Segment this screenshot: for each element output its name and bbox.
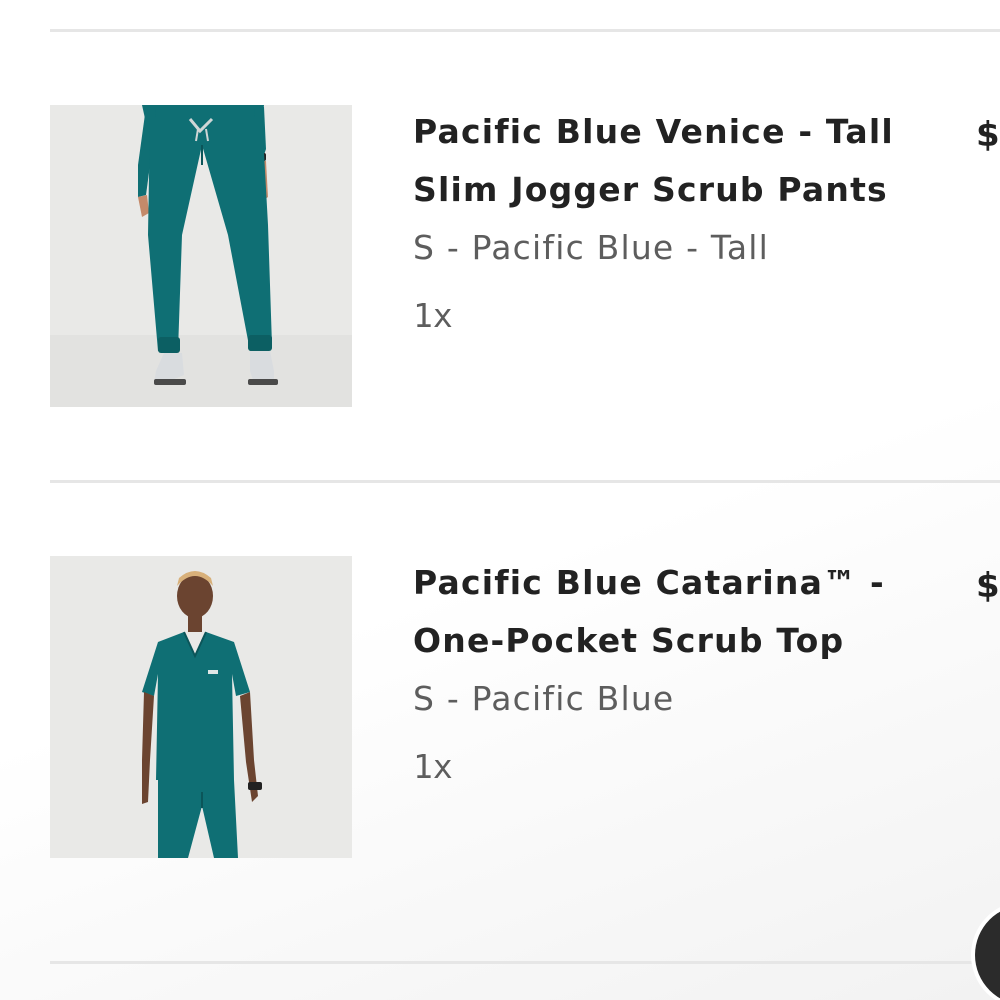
item-info: Pacific Blue Venice - Tall Slim Jogger S… xyxy=(413,105,953,345)
product-variant: S - Pacific Blue xyxy=(413,679,675,718)
product-quantity: 1x xyxy=(413,747,453,786)
product-title-line2[interactable]: One-Pocket Scrub Top xyxy=(413,621,844,660)
product-title[interactable]: Pacific Blue Venice - Tall Slim Jogger S… xyxy=(413,103,953,219)
product-image-top[interactable] xyxy=(50,556,352,858)
cart-item[interactable]: Pacific Blue Catarina™ - One-Pocket Scru… xyxy=(0,556,1000,858)
divider xyxy=(50,961,1000,964)
product-title-line2[interactable]: Slim Jogger Scrub Pants xyxy=(413,170,888,209)
product-variant: S - Pacific Blue - Tall xyxy=(413,228,769,267)
item-info: Pacific Blue Catarina™ - One-Pocket Scru… xyxy=(413,556,953,796)
product-quantity: 1x xyxy=(413,296,453,335)
product-price: $ xyxy=(976,115,1000,155)
product-title[interactable]: Pacific Blue Catarina™ - One-Pocket Scru… xyxy=(413,554,953,670)
product-price: $ xyxy=(976,566,1000,606)
floating-action-button[interactable] xyxy=(975,905,1000,1000)
product-title-line1[interactable]: Pacific Blue Catarina™ - xyxy=(413,563,885,602)
cart-item[interactable]: Pacific Blue Venice - Tall Slim Jogger S… xyxy=(0,105,1000,407)
divider xyxy=(50,29,1000,32)
cart-page: Pacific Blue Venice - Tall Slim Jogger S… xyxy=(0,0,1000,1000)
top-illustration xyxy=(50,556,352,858)
product-image-pants[interactable] xyxy=(50,105,352,407)
product-title-line1[interactable]: Pacific Blue Venice - Tall xyxy=(413,112,894,151)
pants-illustration xyxy=(50,105,352,407)
divider xyxy=(50,480,1000,483)
